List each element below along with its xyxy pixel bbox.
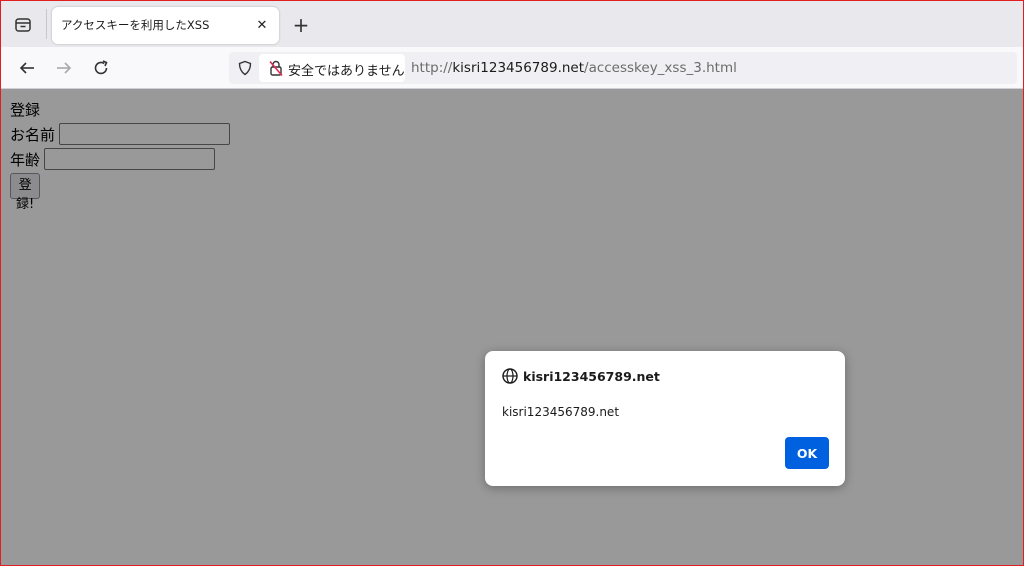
tab-list-icon xyxy=(15,18,31,32)
tab-strip: アクセスキーを利用したXSS ✕ + xyxy=(1,1,1023,47)
forward-arrow-icon xyxy=(57,62,72,74)
shield-icon xyxy=(238,60,252,76)
security-indicator[interactable]: 安全ではありません xyxy=(259,54,405,82)
dialog-message: kisri123456789.net xyxy=(502,405,620,419)
url-path: /accesskey_xss_3.html xyxy=(584,60,737,76)
plus-icon[interactable]: + xyxy=(290,14,312,36)
tab-title: アクセスキーを利用したXSS xyxy=(61,18,210,32)
insecure-label: 安全ではありません xyxy=(288,64,405,79)
back-button[interactable] xyxy=(15,56,39,80)
url-text[interactable]: http://kisri123456789.net/accesskey_xss_… xyxy=(411,60,737,76)
url-bar[interactable]: 安全ではありません http://kisri123456789.net/acce… xyxy=(229,52,1017,84)
ok-button[interactable]: OK xyxy=(785,437,829,469)
reload-button[interactable] xyxy=(89,56,113,80)
reload-icon xyxy=(94,60,108,75)
dialog-origin: kisri123456789.net xyxy=(523,369,660,384)
active-tab[interactable]: アクセスキーを利用したXSS ✕ xyxy=(52,7,279,44)
tab-separator xyxy=(46,9,47,39)
url-host: kisri123456789.net xyxy=(452,60,585,76)
tab-list-button[interactable] xyxy=(10,12,36,38)
modal-overlay xyxy=(1,89,1023,565)
tracking-protection-button[interactable] xyxy=(236,59,254,77)
close-icon[interactable]: ✕ xyxy=(252,15,272,35)
page-content: 登録 お名前 年齢 登録! xyxy=(1,89,1023,565)
forward-button[interactable] xyxy=(52,56,76,80)
alert-dialog: kisri123456789.net kisri123456789.net OK xyxy=(485,351,845,486)
globe-icon xyxy=(502,368,518,384)
back-arrow-icon xyxy=(19,62,34,74)
insecure-lock-icon xyxy=(269,60,283,77)
browser-window: アクセスキーを利用したXSS ✕ + 安全ではありません http://kisr… xyxy=(0,0,1024,566)
url-scheme: http:// xyxy=(411,60,453,76)
navigation-bar: 安全ではありません http://kisri123456789.net/acce… xyxy=(1,47,1023,89)
